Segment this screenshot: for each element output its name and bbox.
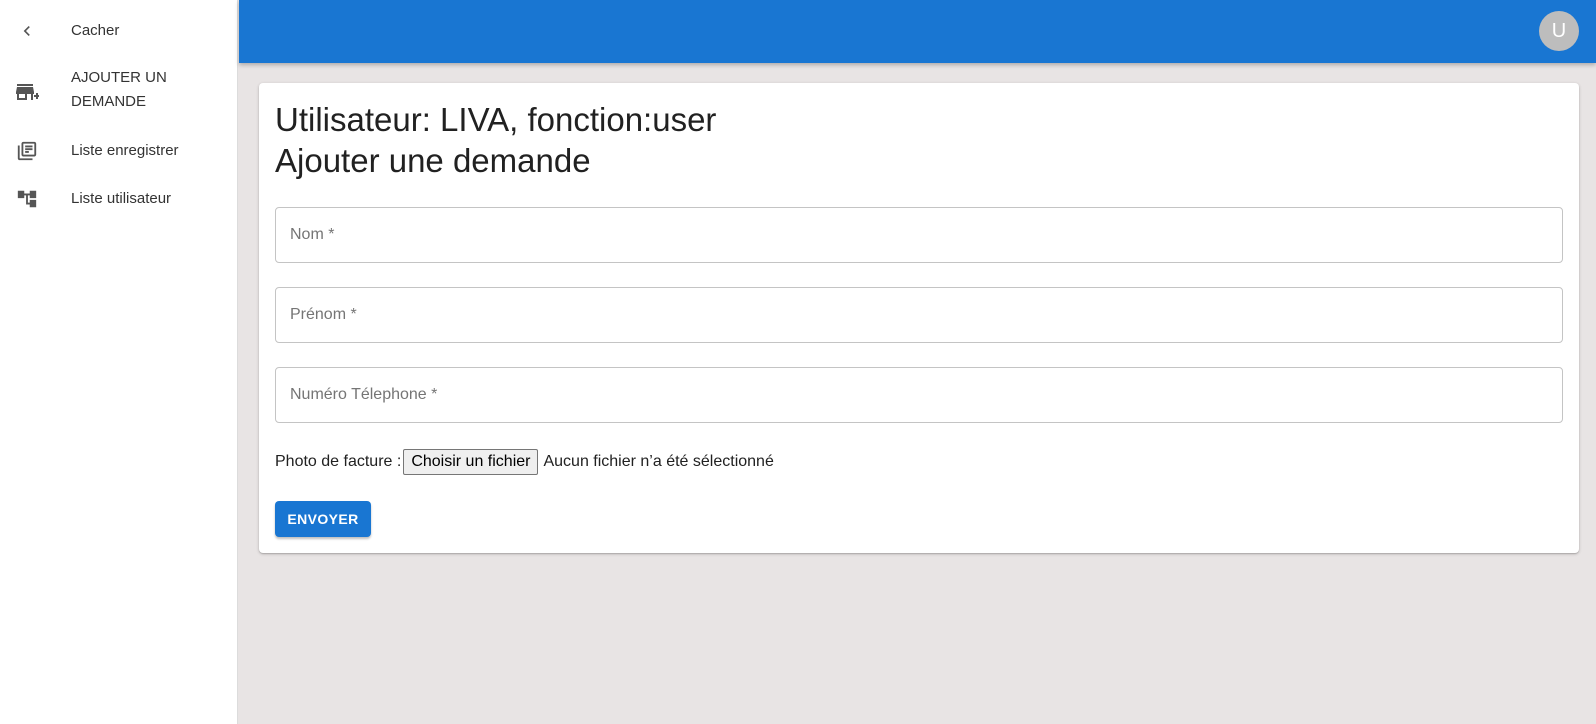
sidebar-item-cacher[interactable]: Cacher	[0, 18, 238, 44]
sidebar-item-label: AJOUTER UN DEMANDE	[71, 69, 167, 110]
choose-file-button[interactable]: Choisir un fichier	[403, 449, 539, 475]
prenom-field	[275, 287, 1563, 343]
sidebar-item-liste-enregistrer[interactable]: Liste enregistrer	[0, 138, 238, 164]
nom-field	[275, 207, 1563, 263]
file-upload-row: Photo de facture : Choisir un fichier Au…	[275, 447, 774, 477]
sidebar-item-label: Liste enregistrer	[71, 142, 179, 159]
account-tree-icon	[14, 186, 40, 212]
file-status-text: Aucun fichier n’a été sélectionné	[543, 453, 774, 470]
topbar: U	[239, 0, 1596, 63]
sidebar-item-liste-utilisateur[interactable]: Liste utilisateur	[0, 186, 238, 212]
sidebar-item-label: Liste utilisateur	[71, 190, 172, 207]
page-title: Utilisateur: LIVA, fonction:user Ajouter…	[275, 99, 716, 181]
prenom-input[interactable]	[276, 288, 1562, 342]
nom-input[interactable]	[276, 208, 1562, 262]
sidebar: Cacher AJOUTER UN DEMANDE Liste enregist…	[0, 0, 238, 724]
telephone-input[interactable]	[276, 368, 1562, 422]
avatar[interactable]: U	[1539, 11, 1579, 51]
sidebar-item-label: Cacher	[71, 22, 120, 39]
add-store-icon	[14, 79, 40, 105]
envoyer-button[interactable]: ENVOYER	[275, 501, 371, 537]
sidebar-item-ajouter-demande[interactable]: AJOUTER UN DEMANDE	[0, 66, 238, 116]
page-title-form-line: Ajouter une demande	[275, 142, 591, 179]
library-books-icon	[14, 138, 40, 164]
form-card: Utilisateur: LIVA, fonction:user Ajouter…	[259, 83, 1579, 553]
page-title-user-line: Utilisateur: LIVA, fonction:user	[275, 101, 717, 138]
telephone-field	[275, 367, 1563, 423]
file-upload-label: Photo de facture :	[275, 453, 402, 470]
chevron-left-icon	[14, 18, 40, 44]
app: Cacher AJOUTER UN DEMANDE Liste enregist…	[0, 0, 1596, 724]
